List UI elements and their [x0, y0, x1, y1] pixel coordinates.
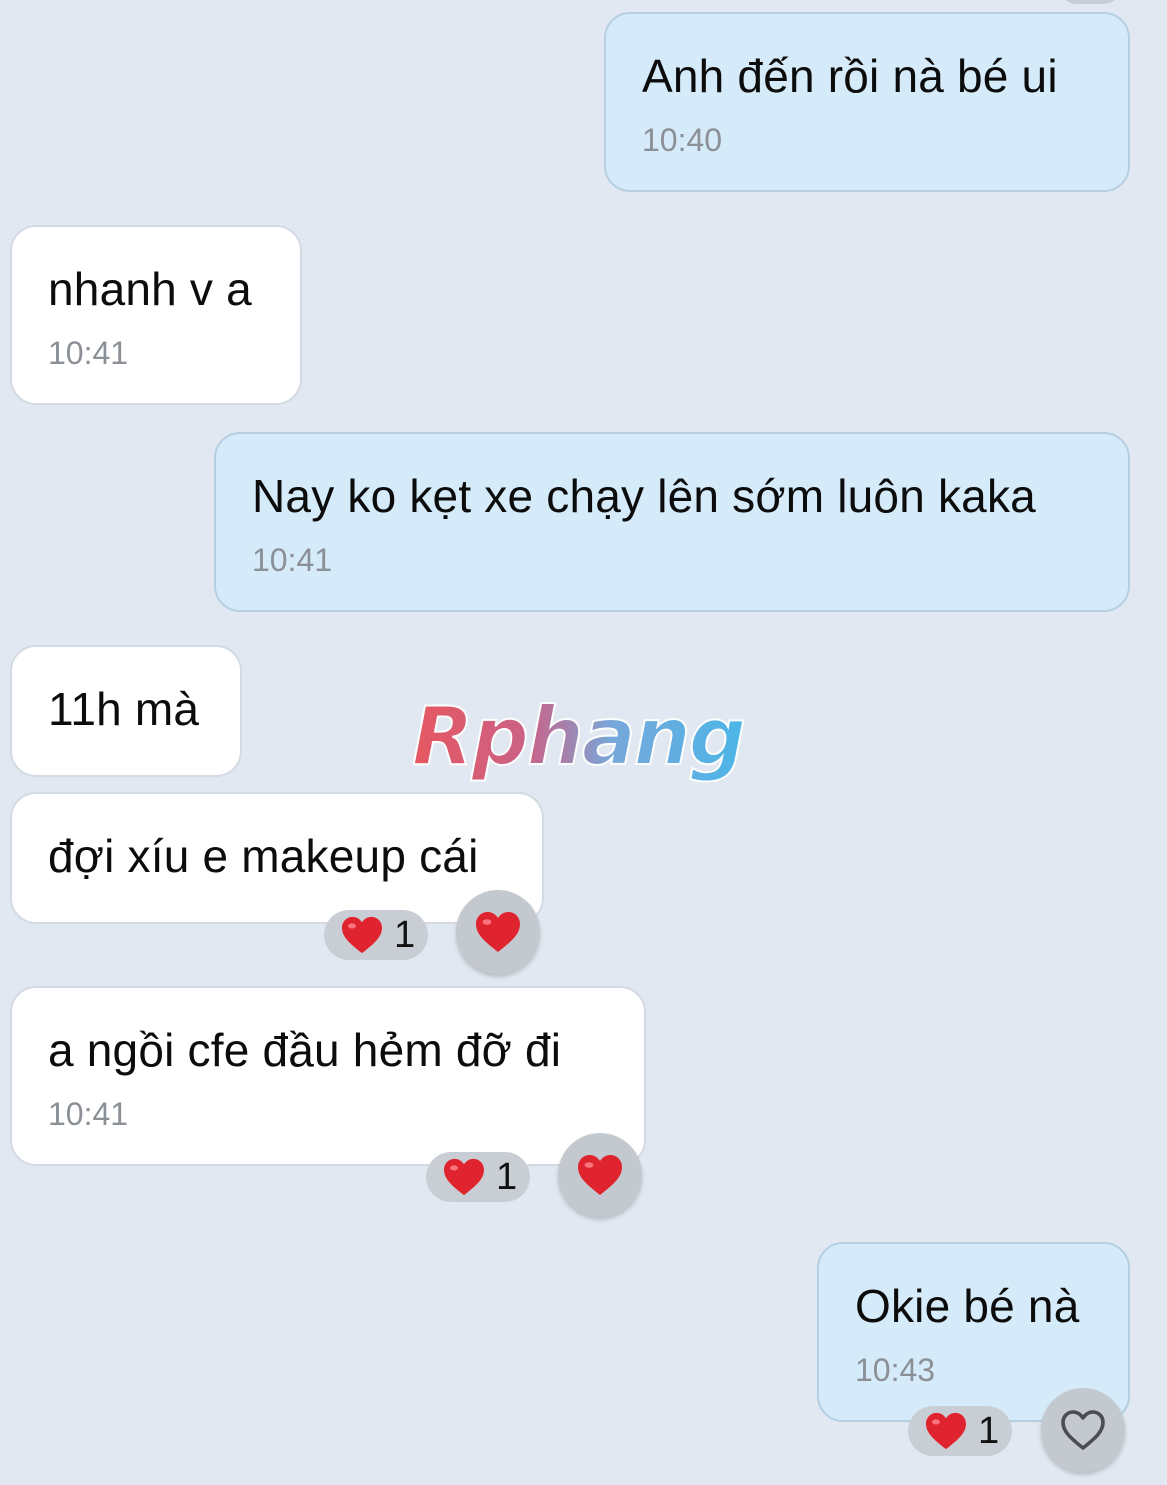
message-time: 10:41 — [48, 335, 129, 371]
message-bubble-incoming[interactable]: nhanh v a 10:41 — [10, 225, 302, 405]
chat-conversation: Anh đến rồi nà bé ui 10:40 nhanh v a 10:… — [0, 0, 1167, 1485]
message-text: nhanh v a — [48, 263, 252, 315]
reaction-count-badge[interactable]: 1 — [324, 910, 428, 960]
react-button[interactable] — [1041, 1388, 1125, 1472]
previous-reaction-edge — [1060, 0, 1120, 4]
message-bubble-incoming[interactable]: đợi xíu e makeup cái — [10, 792, 544, 924]
message-bubble-incoming[interactable]: 11h mà — [10, 645, 242, 777]
heart-icon — [476, 912, 520, 952]
reaction-count: 1 — [496, 1156, 518, 1198]
heart-icon — [342, 916, 382, 954]
reaction-count: 1 — [394, 914, 416, 956]
message-text: Nay ko kẹt xe chạy lên sớm luôn kaka — [252, 470, 1036, 522]
message-bubble-outgoing[interactable]: Anh đến rồi nà bé ui 10:40 — [604, 12, 1130, 192]
message-text: đợi xíu e makeup cái — [48, 830, 479, 882]
reaction-count-badge[interactable]: 1 — [426, 1152, 530, 1202]
message-text: a ngồi cfe đầu hẻm đỡ đi — [48, 1024, 562, 1076]
message-time: 10:41 — [48, 1096, 129, 1132]
watermark-logo: Rphang — [411, 690, 747, 784]
message-time: 10:41 — [252, 542, 333, 578]
message-text: Okie bé nà — [855, 1280, 1080, 1332]
reaction-count: 1 — [978, 1410, 1000, 1452]
react-button[interactable] — [456, 890, 540, 974]
message-bubble-incoming[interactable]: a ngồi cfe đầu hẻm đỡ đi 10:41 — [10, 986, 646, 1166]
message-time: 10:40 — [642, 122, 723, 158]
heart-icon — [444, 1158, 484, 1196]
message-text: 11h mà — [48, 683, 200, 735]
heart-outline-icon — [1061, 1410, 1105, 1450]
heart-icon — [926, 1412, 966, 1450]
message-bubble-outgoing[interactable]: Nay ko kẹt xe chạy lên sớm luôn kaka 10:… — [214, 432, 1130, 612]
reaction-count-badge[interactable]: 1 — [908, 1406, 1012, 1456]
message-text: Anh đến rồi nà bé ui — [642, 50, 1058, 102]
message-time: 10:43 — [855, 1352, 936, 1388]
react-button[interactable] — [558, 1133, 642, 1217]
heart-icon — [578, 1155, 622, 1195]
svg-text:Rphang: Rphang — [412, 690, 744, 783]
